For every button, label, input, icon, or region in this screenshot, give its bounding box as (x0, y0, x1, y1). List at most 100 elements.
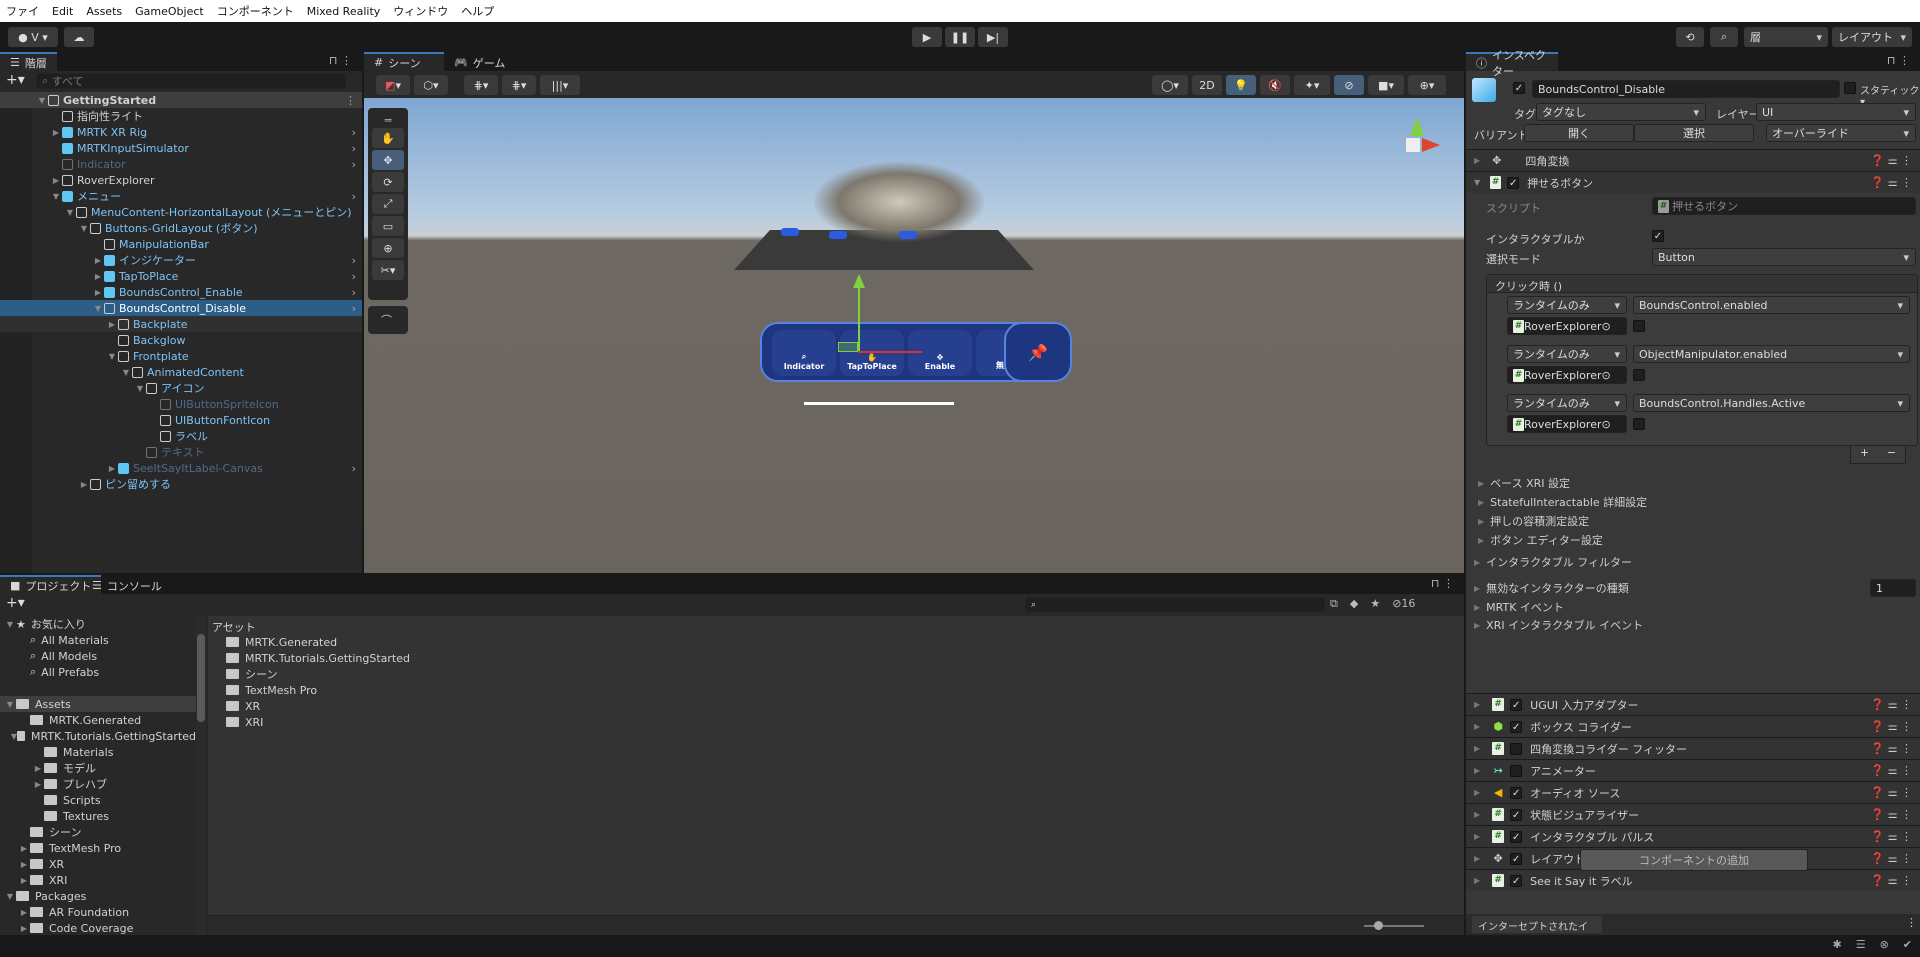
hierarchy-row[interactable]: ▶ TapToPlace › (0, 268, 362, 284)
pause-button[interactable]: ❚❚ (945, 27, 975, 47)
project-tree-item[interactable]: ⌕ All Prefabs (0, 664, 196, 680)
pivot-button[interactable]: ⬡ ▾ (414, 75, 448, 95)
hierarchy-row[interactable]: ▼ Frontplate (0, 348, 362, 364)
hierarchy-row[interactable]: Backglow (0, 332, 362, 348)
hierarchy-row[interactable]: MRTKInputSimulator › (0, 140, 362, 156)
enabled-checkbox[interactable] (1510, 742, 1523, 755)
pin-button[interactable]: 📌 (1004, 322, 1072, 382)
hidden-packages-toggle[interactable]: ⊘16 (1392, 597, 1415, 611)
add-event-button[interactable]: + (1860, 446, 1869, 463)
drag-handle[interactable]: ═ (372, 114, 404, 127)
override-dropdown[interactable]: オーバーライド (1766, 124, 1916, 142)
expand-arrow-icon[interactable]: ▶ (18, 924, 30, 933)
component-header[interactable]: ▶ ↣ アニメーター ❓ ⚌ ⋮ (1466, 759, 1920, 781)
draw-mode-button[interactable]: ◩ ▾ (376, 75, 410, 95)
grid-snap-button[interactable]: ⋕ ▾ (464, 75, 498, 95)
remove-event-button[interactable]: − (1887, 446, 1896, 463)
hierarchy-search-input[interactable]: ⌕ すべて (36, 73, 346, 89)
auto-generate-icon[interactable]: ⊗ (1880, 938, 1889, 951)
hierarchy-row[interactable]: ▼ Buttons-GridLayout (ボタン) (0, 220, 362, 236)
hand-tool[interactable]: ✋ (372, 128, 404, 148)
component-actions[interactable]: ❓ ⚌ ⋮ (1870, 176, 1912, 189)
hierarchy-row[interactable]: ▼ メニュー › (0, 188, 362, 204)
project-tree-item[interactable]: Textures (0, 808, 196, 824)
project-tree-item[interactable]: ⌕ All Materials (0, 632, 196, 648)
more-icon[interactable]: ⋮ (1906, 916, 1917, 929)
target-object-field[interactable]: # RoverExplorer ⊙ (1507, 366, 1627, 384)
increment-button[interactable]: ||| ▾ (540, 75, 580, 95)
hierarchy-row[interactable]: ▶ インジケーター › (0, 252, 362, 268)
project-tree-item[interactable]: ▶ TextMesh Pro (0, 840, 196, 856)
expand-arrow-icon[interactable]: ▶ (92, 272, 104, 281)
enabled-checkbox[interactable]: ✓ (1510, 852, 1523, 865)
rover-model[interactable] (814, 162, 984, 242)
history-button[interactable]: ⟲ (1676, 27, 1704, 47)
component-header[interactable]: ▶ ◀ ✓ オーディオ ソース ❓ ⚌ ⋮ (1466, 781, 1920, 803)
static-checkbox[interactable] (1844, 82, 1856, 94)
enabled-checkbox[interactable]: ✓ (1510, 830, 1523, 843)
hierarchy-row[interactable]: ▶ RoverExplorer (0, 172, 362, 188)
project-tree-item[interactable]: Materials (0, 744, 196, 760)
settings-foldout[interactable]: 押しの容積測定設定 (1478, 512, 1589, 530)
component-header[interactable]: ▶ # ✓ 状態ビジュアライザー ❓ ⚌ ⋮ (1466, 803, 1920, 825)
menu-item[interactable]: Edit (52, 5, 73, 18)
expand-arrow-icon[interactable]: ▶ (1474, 722, 1480, 731)
function-dropdown[interactable]: ObjectManipulator.enabled (1633, 345, 1910, 363)
chevron-right-icon[interactable]: › (352, 286, 356, 299)
interactable-checkbox[interactable]: ✓ (1652, 230, 1664, 242)
settings-foldout[interactable]: StatefulInteractable 詳細設定 (1478, 493, 1647, 511)
open-button[interactable]: 開く (1524, 124, 1634, 142)
tag-dropdown[interactable]: タグなし (1536, 103, 1706, 121)
expand-arrow-icon[interactable]: ▶ (18, 876, 30, 885)
tab-inspector[interactable]: ⓘ インスペクター (1466, 49, 1558, 78)
expand-arrow-icon[interactable]: ▶ (1474, 876, 1480, 885)
expand-arrow-icon[interactable]: ▼ (134, 384, 146, 393)
asset-item[interactable]: MRTK.Tutorials.GettingStarted (208, 650, 1464, 666)
expand-arrow-icon[interactable]: ▼ (106, 352, 118, 361)
hierarchy-row[interactable]: UIButtonSpriteIcon (0, 396, 362, 412)
menu-item[interactable]: コンポーネント (217, 3, 294, 19)
enabled-checkbox[interactable]: ✓ (1507, 176, 1520, 189)
lock-icon[interactable]: ⊓ ⋮ (1431, 577, 1454, 590)
object-name-input[interactable]: BoundsControl_Disable (1532, 80, 1840, 98)
type-filter-icon[interactable]: ⧉ (1330, 597, 1338, 611)
expand-arrow-icon[interactable]: ▼ (50, 192, 62, 201)
y-axis-cone[interactable] (1410, 118, 1424, 136)
component-actions[interactable]: ❓ ⚌ ⋮ (1870, 154, 1912, 167)
expand-arrow-icon[interactable]: ▶ (1474, 854, 1480, 863)
custom-tool[interactable]: ✂▾ (372, 260, 404, 280)
expand-arrow-icon[interactable]: ▼ (78, 224, 90, 233)
project-tree-item[interactable]: Scripts (0, 792, 196, 808)
asset-item[interactable]: シーン (208, 666, 1464, 682)
chevron-right-icon[interactable]: › (352, 158, 356, 171)
center-cube[interactable] (1406, 138, 1420, 152)
chevron-right-icon[interactable]: › (352, 126, 356, 139)
expand-arrow-icon[interactable]: ▶ (32, 780, 44, 789)
check-icon[interactable]: ✔ (1903, 938, 1912, 951)
move-gizmo-y[interactable] (858, 278, 860, 352)
hierarchy-row[interactable]: ▼ BoundsControl_Disable › (0, 300, 362, 316)
y-arrow-icon[interactable] (853, 274, 865, 288)
hierarchy-row[interactable]: UIButtonFontIcon (0, 412, 362, 428)
function-dropdown[interactable]: BoundsControl.enabled (1633, 296, 1910, 314)
lock-icon[interactable]: ⊓ ⋮ (1887, 54, 1910, 67)
component-header[interactable]: ▶ ⬢ ✓ ボックス コライダー ❓ ⚌ ⋮ (1466, 715, 1920, 737)
gizmos-button[interactable]: ⊕ ▾ (1408, 75, 1446, 95)
hierarchy-row[interactable]: ▶ ピン留めする (0, 476, 362, 492)
expand-arrow-icon[interactable]: ▶ (18, 860, 30, 869)
component-actions[interactable]: ❓ ⚌ ⋮ (1870, 742, 1912, 755)
enabled-checkbox[interactable]: ✓ (1510, 786, 1523, 799)
expand-arrow-icon[interactable]: ▼ (92, 304, 104, 313)
scale-tool[interactable]: ⤢ (372, 194, 404, 214)
component-header[interactable]: ▶ # ✓ インタラクタブル パルス ❓ ⚌ ⋮ (1466, 825, 1920, 847)
effects-button[interactable]: ✦ ▾ (1294, 75, 1330, 95)
select-button[interactable]: 選択 (1634, 124, 1754, 142)
object-picker-icon[interactable]: ⊙ (1601, 320, 1610, 333)
expand-arrow-icon[interactable]: ▶ (18, 908, 30, 917)
expand-arrow-icon[interactable]: ▼ (36, 96, 48, 105)
search-button[interactable]: ⌕ (1710, 27, 1738, 47)
expand-arrow-icon[interactable]: ▶ (50, 176, 62, 185)
account-button[interactable]: ● V ▾ (8, 27, 58, 47)
disabled-types-foldout[interactable]: 無効なインタラクターの種類 (1474, 579, 1629, 597)
prefab-icon[interactable] (1472, 78, 1496, 102)
